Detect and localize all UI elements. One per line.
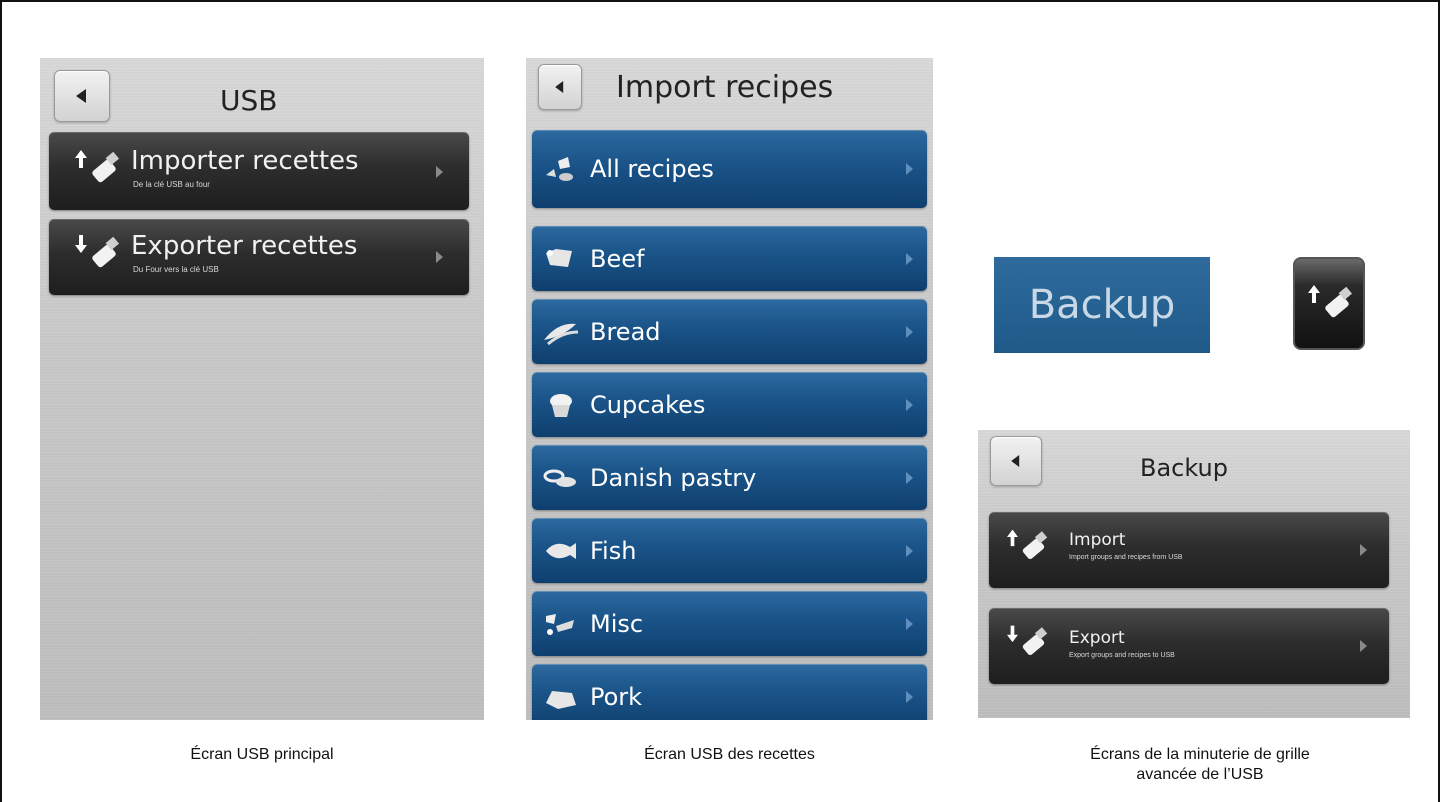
recipe-item-cupcakes[interactable]: Cupcakes: [532, 372, 927, 437]
misc-icon: [546, 613, 574, 635]
import-recipes-label: Importer recettes: [131, 146, 359, 176]
chevron-right-icon: [906, 252, 913, 265]
back-button[interactable]: [54, 70, 110, 122]
usb-export-icon: [1007, 625, 1048, 656]
recipe-item-label: Pork: [590, 682, 643, 711]
chevron-right-icon: [906, 163, 913, 175]
backup-import-subtitle: Import groups and recipes from USB: [1069, 554, 1183, 561]
page-title: Import recipes: [616, 70, 834, 105]
recipe-item-label: Bread: [590, 317, 661, 346]
back-button[interactable]: [990, 436, 1042, 486]
backup-export-button[interactable]: Export Export groups and recipes to USB: [989, 608, 1389, 684]
page-title: USB: [220, 84, 278, 117]
backup-screen: Backup Import Import groups and recipes …: [978, 430, 1410, 718]
pork-icon: [546, 690, 576, 709]
chevron-right-icon: [436, 166, 443, 178]
export-recipes-label: Exporter recettes: [131, 231, 358, 261]
back-arrow-icon: [1011, 455, 1020, 467]
recipe-item-bread[interactable]: Bread: [532, 299, 927, 364]
import-recipes-screen: Import recipes All recipes Beef Bread Cu…: [526, 58, 933, 720]
recipe-item-label: Fish: [590, 536, 637, 565]
backup-import-label: Import: [1069, 530, 1126, 550]
import-recipes-subtitle: De la clé USB au four: [133, 180, 210, 189]
beef-icon: [546, 248, 572, 267]
backup-button[interactable]: Backup: [994, 257, 1210, 353]
import-recipes-button[interactable]: Importer recettes De la clé USB au four: [49, 132, 469, 210]
usb-tile-button[interactable]: [1293, 257, 1365, 350]
recipe-item-label: Danish pastry: [590, 463, 757, 492]
caption-usb-main: Écran USB principal: [190, 746, 334, 763]
recipe-item-label: Misc: [590, 609, 644, 638]
fish-icon: [546, 542, 576, 559]
chevron-right-icon: [906, 398, 913, 411]
chevron-right-icon: [906, 690, 913, 703]
caption-line-1: Écrans de la minuterie de grille: [1090, 746, 1310, 763]
recipe-item-beef[interactable]: Beef: [532, 226, 927, 291]
chevron-right-icon: [906, 617, 913, 630]
export-recipes-subtitle: Du Four vers la clé USB: [133, 265, 219, 274]
chevron-right-icon: [1360, 640, 1367, 652]
bread-icon: [544, 323, 579, 345]
chevron-right-icon: [906, 325, 913, 338]
usb-main-screen: USB Importer recettes De la clé USB au f…: [40, 58, 484, 720]
recipe-item-label: All recipes: [590, 155, 714, 183]
back-button[interactable]: [538, 64, 582, 110]
recipe-item-label: Cupcakes: [590, 390, 706, 419]
caption-line-2: avancée de l’USB: [1136, 766, 1264, 783]
chevron-right-icon: [436, 251, 443, 263]
backup-export-label: Export: [1069, 628, 1125, 648]
chevron-right-icon: [906, 544, 913, 557]
recipe-item-fish[interactable]: Fish: [532, 518, 927, 583]
recipe-item-all[interactable]: All recipes: [532, 130, 927, 208]
usb-import-icon: [75, 150, 120, 183]
all-recipes-icon: [546, 157, 573, 181]
recipe-item-misc[interactable]: Misc: [532, 591, 927, 656]
backup-export-subtitle: Export groups and recipes to USB: [1069, 652, 1175, 659]
export-recipes-button[interactable]: Exporter recettes Du Four vers la clé US…: [49, 219, 469, 295]
recipe-item-label: Beef: [590, 244, 645, 273]
page-title: Backup: [1140, 454, 1228, 482]
recipe-item-pork[interactable]: Pork: [532, 664, 927, 720]
usb-import-icon: [1007, 529, 1048, 560]
usb-export-icon: [75, 235, 120, 268]
back-arrow-icon: [76, 89, 86, 103]
danish-pastry-icon: [543, 469, 576, 487]
caption-usb-recipes: Écran USB des recettes: [644, 746, 815, 763]
backup-import-button[interactable]: Import Import groups and recipes from US…: [989, 512, 1389, 588]
backup-button-label: Backup: [1028, 282, 1176, 328]
chevron-right-icon: [906, 471, 913, 484]
caption-backup-screens: Écrans de la minuterie de grille avancée…: [1000, 745, 1400, 785]
back-arrow-icon: [555, 81, 564, 93]
recipe-item-danish-pastry[interactable]: Danish pastry: [532, 445, 927, 510]
chevron-right-icon: [1360, 544, 1367, 556]
usb-import-icon: [1308, 285, 1353, 318]
cupcake-icon: [550, 393, 572, 417]
